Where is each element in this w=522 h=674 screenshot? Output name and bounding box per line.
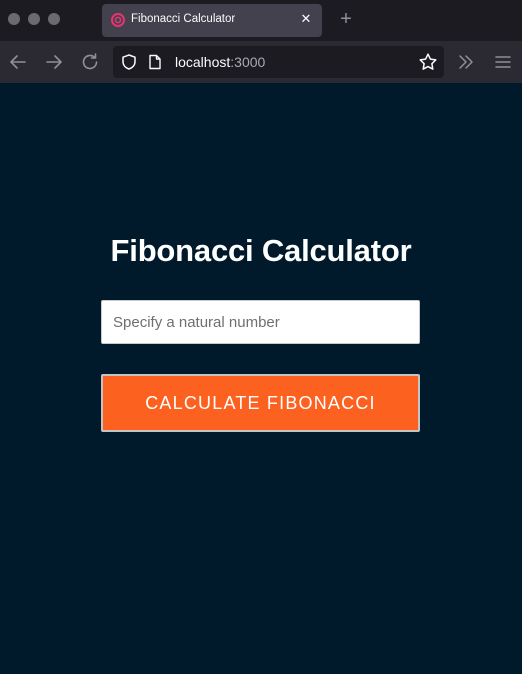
forward-arrow-icon[interactable] (42, 50, 66, 74)
tab-title: Fibonacci Calculator (131, 13, 236, 25)
window-close-dot[interactable] (8, 13, 20, 25)
url-port: :3000 (230, 54, 266, 70)
url-text[interactable]: localhost:3000 (175, 54, 265, 70)
hamburger-menu-icon[interactable] (492, 51, 514, 73)
record-circle-icon (111, 13, 125, 27)
page-title: Fibonacci Calculator (110, 233, 412, 268)
tab-strip: Fibonacci Calculator ✕ + (0, 0, 522, 41)
tab-fibonacci-calculator[interactable]: Fibonacci Calculator ✕ (102, 4, 322, 37)
chevrons-right-icon[interactable] (455, 51, 477, 73)
url-host: localhost (175, 54, 231, 70)
reload-icon[interactable] (78, 50, 102, 74)
address-bar[interactable]: localhost:3000 (113, 46, 444, 78)
window-minimize-dot[interactable] (28, 13, 40, 25)
close-tab-icon[interactable]: ✕ (299, 11, 313, 27)
natural-number-input[interactable] (101, 300, 420, 344)
window-maximize-dot[interactable] (48, 13, 60, 25)
new-tab-button[interactable]: + (337, 8, 355, 30)
page-icon[interactable] (148, 54, 162, 70)
star-icon[interactable] (418, 52, 438, 72)
calculate-fibonacci-button[interactable]: CALCULATE FIBONACCI (101, 374, 420, 432)
navigation-toolbar: localhost:3000 (0, 41, 522, 83)
shield-icon[interactable] (120, 53, 138, 71)
back-arrow-icon[interactable] (6, 50, 30, 74)
page-viewport: Fibonacci Calculator CALCULATE FIBONACCI (0, 83, 522, 674)
